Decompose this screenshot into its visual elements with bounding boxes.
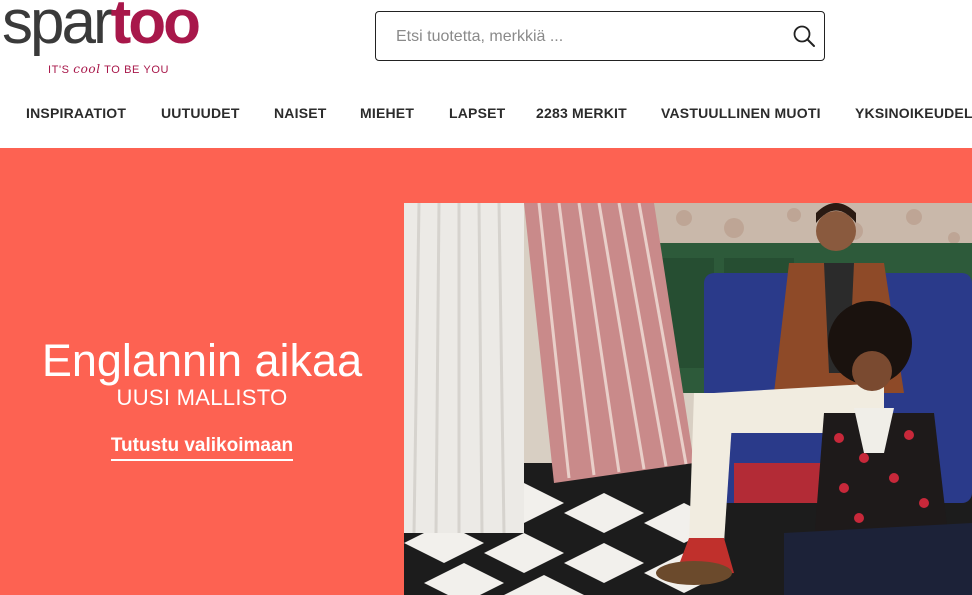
banner-cta-link[interactable]: Tutustu valikoimaan — [110, 435, 294, 461]
tagline-end: TO BE YOU — [100, 64, 170, 76]
nav-item-naiset[interactable]: NAISET — [274, 100, 327, 126]
banner-text: Englannin aikaa UUSI MALLISTO Tutustu va… — [0, 338, 404, 461]
search-icon[interactable] — [792, 24, 816, 48]
hero-banner[interactable]: Englannin aikaa UUSI MALLISTO Tutustu va… — [0, 148, 972, 595]
nav-item-vastuullinen-muoti[interactable]: VASTUULLINEN MUOTI — [661, 100, 821, 126]
logo-tagline: IT'S cool TO BE YOU — [48, 62, 169, 76]
logo-wordmark-too: too — [110, 0, 201, 57]
nav-item-inspiraatiot[interactable]: INSPIRAATIOT — [26, 100, 126, 126]
banner-photo[interactable] — [404, 203, 972, 595]
tagline-start: IT'S — [48, 64, 74, 76]
nav-item-yksinoikeudella[interactable]: YKSINOIKEUDELL — [855, 100, 972, 126]
banner-title: Englannin aikaa — [41, 335, 363, 386]
search-input[interactable] — [396, 24, 776, 50]
site-header: spartoo IT'S cool TO BE YOU INSPIRAATIOT… — [0, 0, 972, 148]
logo-wordmark-spar: spar — [2, 0, 114, 57]
banner-subtitle: UUSI MALLISTO — [116, 385, 288, 410]
main-nav: INSPIRAATIOT UUTUUDET NAISET MIEHET LAPS… — [0, 100, 972, 126]
banner-photo-illustration — [404, 203, 972, 595]
nav-item-uutuudet[interactable]: UUTUUDET — [161, 100, 240, 126]
nav-item-miehet[interactable]: MIEHET — [360, 100, 414, 126]
logo-wordmark: spartoo — [2, 0, 201, 57]
tagline-cool: cool — [73, 62, 101, 76]
spartoo-logo[interactable]: spartoo IT'S cool TO BE YOU — [2, 0, 232, 80]
nav-item-lapset[interactable]: LAPSET — [449, 100, 505, 126]
nav-item-merkit[interactable]: 2283 MERKIT — [536, 100, 627, 126]
search-box — [375, 11, 825, 61]
